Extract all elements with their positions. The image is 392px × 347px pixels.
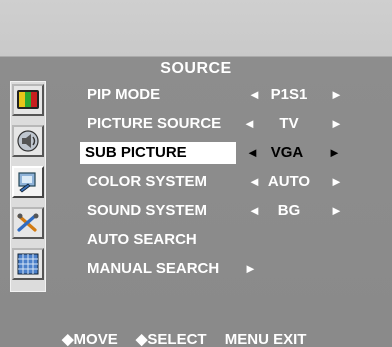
move-hint: ◆MOVE [62, 331, 118, 347]
picture-bars-icon [17, 90, 39, 109]
row-label: MANUAL SEARCH [87, 260, 220, 277]
row-label: SOUND SYSTEM [87, 202, 208, 219]
left-arrow-icon[interactable]: ◄ [243, 116, 256, 131]
menu-row-sound-system[interactable]: SOUND SYSTEM ◄ BG ► [82, 200, 382, 222]
right-arrow-icon[interactable]: ► [330, 174, 343, 189]
sound-speaker-icon [17, 130, 39, 152]
row-label: PICTURE SOURCE [87, 115, 222, 132]
left-arrow-icon[interactable]: ◄ [248, 203, 261, 218]
source-input-icon [18, 172, 36, 193]
right-arrow-icon[interactable]: ► [330, 116, 343, 131]
row-value: P1S1 [270, 86, 308, 103]
row-value: VGA [270, 144, 304, 161]
row-value: AUTO [267, 173, 311, 190]
row-label: PIP MODE [87, 86, 161, 103]
tv-screen: SOURCE PIP MODE ◄ P1S1 ► PICTURE SOURCE … [0, 0, 392, 347]
row-value: TV [279, 115, 299, 132]
select-hint: ◆SELECT [135, 331, 207, 347]
grid-screen-icon [17, 253, 39, 275]
row-label: COLOR SYSTEM [87, 173, 208, 190]
row-label: AUTO SEARCH [87, 231, 197, 248]
menu-exit-hint: MENU EXIT [224, 331, 307, 347]
category-screen-button[interactable] [12, 248, 44, 280]
left-arrow-icon[interactable]: ◄ [248, 87, 261, 102]
right-arrow-icon[interactable]: ► [328, 145, 341, 160]
right-arrow-icon[interactable]: ► [330, 203, 343, 218]
key-hint-bar: ◆MOVE ◆SELECT MENU EXIT [62, 330, 320, 347]
menu-row-sub-picture[interactable]: SUB PICTURE ◄ VGA ► [80, 142, 380, 164]
menu-row-auto-search[interactable]: AUTO SEARCH [82, 229, 382, 251]
menu-row-pip-mode[interactable]: PIP MODE ◄ P1S1 ► [82, 84, 382, 106]
category-sound-button[interactable] [12, 125, 44, 157]
category-icon-bar [10, 81, 46, 292]
category-source-button[interactable] [12, 166, 44, 198]
osd-menu: SOURCE PIP MODE ◄ P1S1 ► PICTURE SOURCE … [0, 0, 392, 347]
category-picture-button[interactable] [12, 84, 44, 116]
right-arrow-icon[interactable]: ► [330, 87, 343, 102]
menu-row-picture-source[interactable]: PICTURE SOURCE ◄ TV ► [82, 113, 382, 135]
row-value: BG [277, 202, 301, 219]
left-arrow-icon[interactable]: ◄ [246, 145, 259, 160]
category-setup-button[interactable] [12, 207, 44, 239]
menu-title: SOURCE [160, 60, 232, 77]
menu-row-color-system[interactable]: COLOR SYSTEM ◄ AUTO ► [82, 171, 382, 193]
menu-row-manual-search[interactable]: MANUAL SEARCH ► [82, 258, 382, 280]
row-label: SUB PICTURE [85, 144, 187, 161]
right-arrow-icon[interactable]: ► [244, 261, 257, 276]
tools-setup-icon [17, 213, 39, 232]
left-arrow-icon[interactable]: ◄ [248, 174, 261, 189]
